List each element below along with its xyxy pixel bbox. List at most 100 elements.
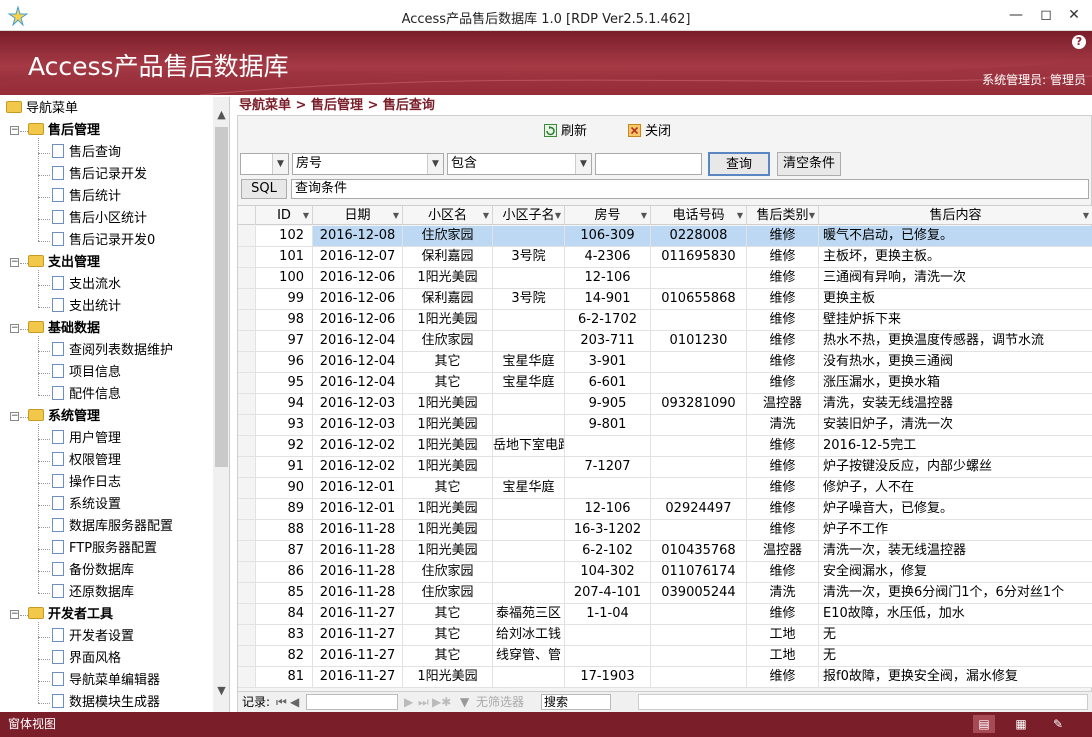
table-cell[interactable]: 给刘冰工钱 xyxy=(493,625,565,645)
table-cell[interactable]: 没有热水，更换三通阀 xyxy=(819,352,1092,372)
tree-item[interactable]: 支出流水 xyxy=(52,274,121,296)
column-menu-icon[interactable]: ▼ xyxy=(483,206,489,225)
table-cell[interactable]: 暖气不启动，已修复。 xyxy=(819,226,1092,246)
form-view-icon[interactable]: ▤ xyxy=(973,715,995,733)
table-cell[interactable]: 2016-12-07 xyxy=(313,247,403,267)
column-menu-icon[interactable]: ▼ xyxy=(737,206,743,225)
table-row[interactable]: 89 2016-12-01 1阳光美园 12-106 02924497 维修 炉子噪音大，已… xyxy=(238,499,1092,520)
table-cell[interactable]: 1阳光美园 xyxy=(403,499,493,519)
table-cell[interactable]: E10故障，水压低，加水 xyxy=(819,604,1092,624)
table-cell[interactable]: 84 xyxy=(256,604,313,624)
table-cell[interactable] xyxy=(651,310,747,330)
table-cell[interactable]: 三通阀有异响，清洗一次 xyxy=(819,268,1092,288)
tree-item[interactable]: 数据模块生成器 xyxy=(52,692,160,712)
table-row[interactable]: 84 2016-11-27 其它 泰福苑三区 1-1-04 维修 E10故障，水压低，加水 xyxy=(238,604,1092,625)
table-cell[interactable]: 81 xyxy=(256,667,313,687)
table-cell[interactable]: 1阳光美园 xyxy=(403,394,493,414)
column-header[interactable]: 小区子名 ▼ xyxy=(493,206,565,225)
table-cell[interactable]: 其它 xyxy=(403,625,493,645)
table-cell[interactable]: 12-106 xyxy=(565,499,651,519)
table-cell[interactable]: 6-601 xyxy=(565,373,651,393)
table-cell[interactable]: 维修 xyxy=(747,289,819,309)
table-cell[interactable]: 其它 xyxy=(403,352,493,372)
table-cell[interactable]: 2016-12-03 xyxy=(313,394,403,414)
table-cell[interactable]: 94 xyxy=(256,394,313,414)
next-record-icon[interactable]: ▶ xyxy=(404,692,413,712)
column-menu-icon[interactable]: ▼ xyxy=(809,206,815,225)
sql-button[interactable]: SQL xyxy=(241,179,287,199)
table-cell[interactable]: 2016-11-27 xyxy=(313,625,403,645)
datasheet-view-icon[interactable]: ▦ xyxy=(1010,715,1032,733)
table-cell[interactable]: 1阳光美园 xyxy=(403,541,493,561)
column-menu-icon[interactable]: ▼ xyxy=(1083,206,1089,225)
table-cell[interactable]: 炉子不工作 xyxy=(819,520,1092,540)
layout-view-icon[interactable]: ✎ xyxy=(1047,715,1069,733)
table-cell[interactable]: 106-309 xyxy=(565,226,651,246)
close-button[interactable]: 关闭 xyxy=(628,122,671,142)
table-cell[interactable]: 010435768 xyxy=(651,541,747,561)
table-cell[interactable]: 85 xyxy=(256,583,313,603)
table-cell[interactable]: 2016-12-08 xyxy=(313,226,403,246)
table-cell[interactable]: 203-711 xyxy=(565,331,651,351)
search-input[interactable]: 搜索 xyxy=(541,694,611,710)
column-menu-icon[interactable]: ▼ xyxy=(303,206,309,225)
table-cell[interactable]: 82 xyxy=(256,646,313,666)
table-row[interactable]: 98 2016-12-06 1阳光美园 6-2-1702 维修 壁挂炉拆下来 xyxy=(238,310,1092,331)
table-cell[interactable]: 无 xyxy=(819,625,1092,645)
table-cell[interactable] xyxy=(651,352,747,372)
record-position-input[interactable] xyxy=(306,694,398,710)
minimize-button[interactable]: — xyxy=(1002,4,1030,26)
clear-button[interactable]: 清空条件 xyxy=(777,152,841,176)
table-row[interactable]: 87 2016-11-28 1阳光美园 6-2-102 010435768 温控器 清洗一次… xyxy=(238,541,1092,562)
table-cell[interactable]: 101 xyxy=(256,247,313,267)
tree-item[interactable]: 界面风格 xyxy=(52,648,121,670)
row-selector[interactable] xyxy=(238,667,256,687)
table-cell[interactable]: 1-1-04 xyxy=(565,604,651,624)
table-row[interactable]: 82 2016-11-27 其它 线穿管、管 工地无 xyxy=(238,646,1092,667)
horizontal-scrollbar[interactable] xyxy=(638,694,1088,710)
table-cell[interactable]: 88 xyxy=(256,520,313,540)
sidebar-scrollbar[interactable]: ▲ ▼ xyxy=(213,97,229,712)
table-cell[interactable]: 17-1903 xyxy=(565,667,651,687)
table-row[interactable]: 83 2016-11-27 其它 给刘冰工钱 工地无 xyxy=(238,625,1092,646)
column-header[interactable]: 小区名 ▼ xyxy=(403,206,493,225)
table-cell[interactable] xyxy=(493,562,565,582)
table-cell[interactable] xyxy=(493,457,565,477)
new-record-icon[interactable]: ▶✱ xyxy=(432,692,451,712)
row-selector[interactable] xyxy=(238,352,256,372)
scrollbar-thumb[interactable] xyxy=(215,127,228,467)
table-cell[interactable] xyxy=(493,499,565,519)
table-cell[interactable] xyxy=(493,583,565,603)
column-header[interactable]: 售后内容 ▼ xyxy=(819,206,1092,225)
table-cell[interactable]: 2016-12-04 xyxy=(313,331,403,351)
table-cell[interactable] xyxy=(493,667,565,687)
table-cell[interactable]: 9-905 xyxy=(565,394,651,414)
refresh-button[interactable]: 刷新 xyxy=(544,122,587,142)
row-selector[interactable] xyxy=(238,478,256,498)
condition-input[interactable]: 查询条件 xyxy=(291,179,1089,199)
row-selector[interactable] xyxy=(238,625,256,645)
table-cell[interactable]: 维修 xyxy=(747,310,819,330)
row-selector[interactable] xyxy=(238,520,256,540)
table-cell[interactable]: 维修 xyxy=(747,478,819,498)
table-cell[interactable]: 2016-12-5完工 xyxy=(819,436,1092,456)
tree-item[interactable]: 还原数据库 xyxy=(52,582,134,604)
collapse-toggle-icon[interactable]: − xyxy=(10,258,19,267)
select-all-cell[interactable] xyxy=(238,206,256,225)
table-cell[interactable] xyxy=(651,646,747,666)
table-cell[interactable]: 7-1207 xyxy=(565,457,651,477)
column-header[interactable]: ID ▼ xyxy=(256,206,313,225)
column-menu-icon[interactable]: ▼ xyxy=(393,206,399,225)
table-row[interactable]: 93 2016-12-03 1阳光美园 9-801 清洗 安装旧炉子，清洗一次 xyxy=(238,415,1092,436)
table-cell[interactable]: 住欣家园 xyxy=(403,226,493,246)
collapse-toggle-icon[interactable]: − xyxy=(10,610,19,619)
table-cell[interactable]: 0101230 xyxy=(651,331,747,351)
table-cell[interactable]: 安全阀漏水，修复 xyxy=(819,562,1092,582)
table-cell[interactable]: 报f0故障，更换安全阀，漏水修复 xyxy=(819,667,1092,687)
table-cell[interactable] xyxy=(493,310,565,330)
table-cell[interactable]: 维修 xyxy=(747,604,819,624)
table-cell[interactable]: 83 xyxy=(256,625,313,645)
no-filter-label[interactable]: 无筛选器 xyxy=(476,692,524,712)
table-cell[interactable]: 2016-11-28 xyxy=(313,562,403,582)
table-cell[interactable]: 无 xyxy=(819,646,1092,666)
